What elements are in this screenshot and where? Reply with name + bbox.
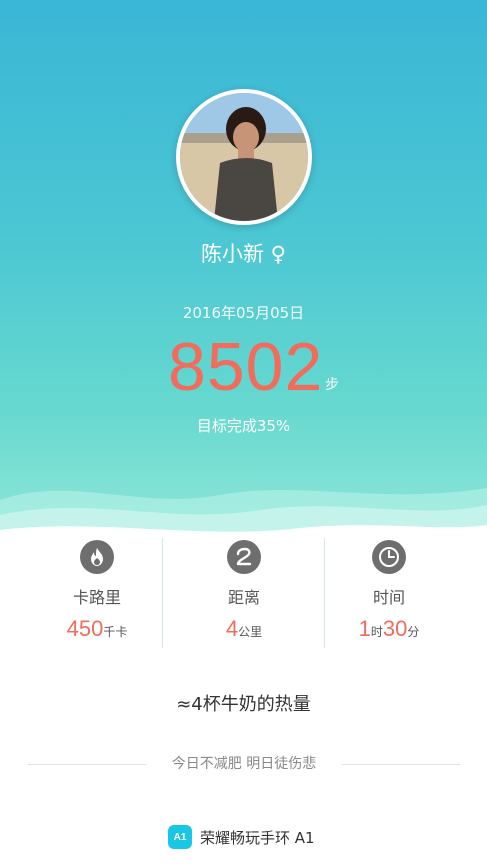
- stat-calories[interactable]: 卡路里 450千卡: [16, 540, 178, 650]
- user-name: 陈小新: [200, 242, 264, 266]
- stats-panel: 卡路里 450千卡 距离 4公里 时间 1时30分: [0, 530, 487, 650]
- header-background: [0, 0, 487, 540]
- stat-unit: 千卡: [103, 625, 128, 639]
- avatar-photo: [180, 93, 308, 221]
- stat-value-hours: 1: [358, 616, 371, 641]
- stat-unit: 公里: [238, 625, 263, 639]
- date-label: 2016年05月05日: [182, 304, 305, 322]
- slogan-row: 今日不减肥 明日徒伤悲: [28, 753, 460, 775]
- clock-icon: [372, 540, 406, 574]
- stat-unit-minutes: 分: [407, 625, 420, 639]
- user-name-row: 陈小新 ♀: [0, 238, 487, 268]
- stat-value: 450: [66, 616, 104, 641]
- stat-label: 时间: [372, 588, 405, 607]
- stat-unit-hours: 时: [370, 625, 383, 639]
- avatar[interactable]: [176, 89, 312, 225]
- slogan-divider-right: [342, 764, 460, 765]
- device-link[interactable]: A1 荣耀畅玩手环 A1: [168, 824, 315, 850]
- device-name: 荣耀畅玩手环 A1: [200, 828, 315, 847]
- goal-progress: 目标完成35%: [196, 417, 291, 435]
- step-unit: 步: [325, 377, 339, 393]
- stat-time[interactable]: 时间 1时30分: [308, 540, 470, 650]
- stat-value-minutes: 30: [382, 616, 408, 641]
- stat-value: 4: [225, 616, 239, 641]
- distance-icon: [227, 540, 261, 574]
- slogan-text: 今日不减肥 明日徒伤悲: [171, 756, 317, 772]
- calorie-comparison: ≈4杯牛奶的热量: [176, 694, 311, 715]
- stat-distance[interactable]: 距离 4公里: [163, 540, 325, 650]
- flame-icon: [80, 540, 114, 574]
- band-app-icon: A1: [168, 825, 192, 849]
- gender-icon: ♀: [270, 242, 287, 266]
- stat-label: 距离: [227, 588, 260, 607]
- step-count: 8502: [168, 329, 324, 405]
- stat-label: 卡路里: [72, 588, 121, 607]
